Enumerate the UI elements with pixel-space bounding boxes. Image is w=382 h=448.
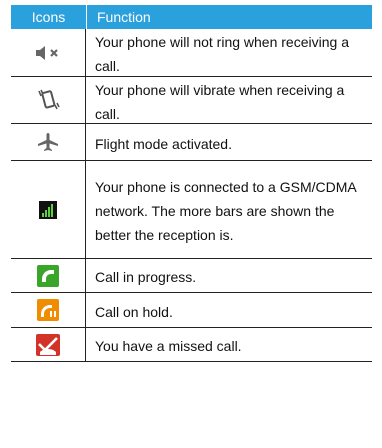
- table-row: Your phone will not ring when receiving …: [11, 29, 372, 77]
- row-text: Your phone will not ring when receiving …: [95, 34, 349, 74]
- icon-function-table: Icons Function Your phone will not ring …: [11, 5, 372, 362]
- header-icons-label: Icons: [31, 9, 66, 25]
- row-text: Call on hold.: [95, 303, 173, 320]
- call-in-progress-icon: [11, 259, 86, 292]
- table-header: Icons Function: [11, 5, 372, 29]
- signal-bars-icon: [11, 161, 86, 258]
- table-row: Flight mode activated.: [11, 124, 372, 161]
- header-icons-cell: Icons: [11, 5, 86, 29]
- row-text: Your phone will vibrate when receiving a…: [95, 81, 345, 122]
- table-row: Your phone will vibrate when receiving a…: [11, 77, 372, 124]
- call-on-hold-icon: [11, 293, 86, 327]
- table-row: Call on hold.: [11, 293, 372, 328]
- row-text: You have a missed call.: [95, 338, 242, 354]
- airplane-icon: [11, 124, 86, 160]
- row-text: Flight mode activated.: [95, 135, 232, 152]
- table-row: You have a missed call.: [11, 328, 372, 362]
- missed-call-icon: [11, 328, 86, 361]
- row-text: Your phone is connected to a GSM/CDMA ne…: [95, 179, 356, 243]
- header-function-label: Function: [86, 5, 372, 29]
- vibrate-mode-icon: [11, 77, 86, 123]
- silent-mode-icon: [11, 29, 86, 76]
- row-text: Call in progress.: [95, 269, 197, 285]
- table-row: Your phone is connected to a GSM/CDMA ne…: [11, 161, 372, 259]
- table-row: Call in progress.: [11, 259, 372, 293]
